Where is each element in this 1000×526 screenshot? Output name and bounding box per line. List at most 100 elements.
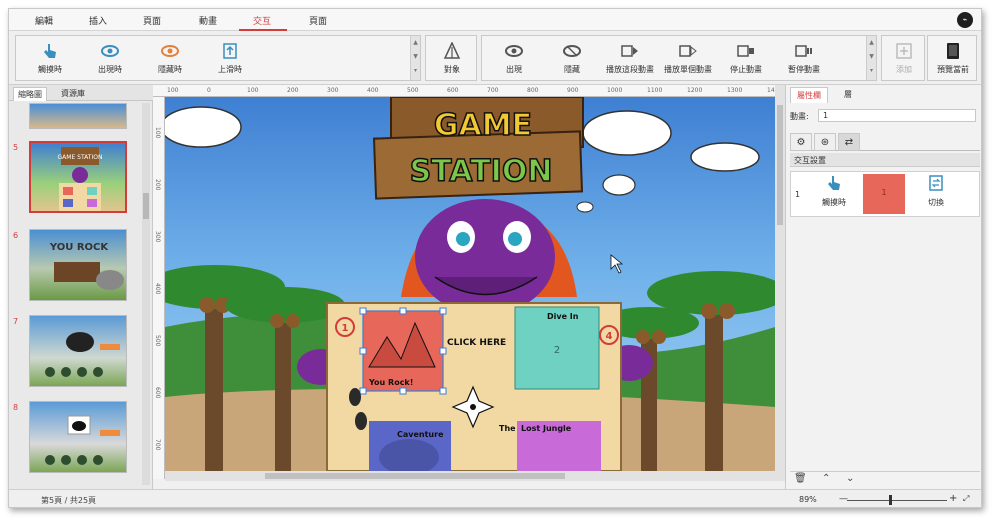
trigger-touch-button[interactable]: 觸摸時 — [20, 42, 80, 75]
property-icon-tabs: ⚙ ⊛ ⇄ — [790, 133, 980, 151]
action-pause-button[interactable]: 暫停動畫 — [774, 42, 834, 75]
action-play-single-button[interactable]: 播放單個動畫 — [658, 42, 718, 75]
ruler-tick-label: 400 — [154, 283, 161, 295]
action-stop-button[interactable]: 停止動畫 — [716, 42, 776, 75]
menu-animation[interactable]: 動畫 — [199, 14, 217, 27]
ruler-tick-label: 1200 — [687, 87, 703, 94]
trash-icon[interactable]: 🗑 — [794, 473, 807, 484]
object-group: 對象 — [425, 35, 477, 81]
canvas-v-scroll-thumb[interactable] — [777, 105, 783, 225]
thumbnail-slide-6-art: YOU ROCK — [49, 242, 124, 290]
slide-canvas[interactable]: GAME STATION You Rock! Dive In 2 Caventu… — [165, 97, 775, 471]
tile-you-rock[interactable]: You Rock! — [362, 310, 444, 392]
zoom-in-button[interactable]: + — [949, 493, 957, 504]
sign-title-station: STATION — [410, 154, 553, 189]
interaction-list-actions: 🗑 ⌃ ⌄ — [790, 471, 980, 485]
ruler-tick-label: 300 — [327, 87, 339, 94]
ruler-tick-label: 1300 — [727, 87, 743, 94]
add-group: 添加 — [881, 35, 925, 81]
thumbnail-prev[interactable] — [29, 103, 127, 129]
trigger-group-scroll[interactable]: ▲ ▼ ▾ — [410, 36, 420, 80]
tile-caventure[interactable]: Caventure — [369, 421, 451, 471]
thumbnail-scroll-thumb[interactable] — [143, 193, 149, 219]
action-hide-button[interactable]: 隱藏 — [542, 42, 602, 75]
eye-icon — [505, 45, 523, 57]
preview-icon — [947, 43, 959, 59]
cloud-tiny — [576, 201, 594, 213]
thumbnail-slide-7[interactable] — [29, 315, 127, 387]
interaction-settings-title: 交互設置 — [790, 153, 980, 167]
menu-bar: 編輯 插入 頁面 動畫 交互 頁面 ⌁ — [9, 9, 981, 31]
thumbnail-number: 5 — [13, 143, 19, 152]
play-anim-icon — [621, 45, 638, 57]
zoom-slider[interactable] — [847, 500, 947, 501]
globe-icon[interactable]: ⊛ — [814, 133, 836, 151]
canvas-h-scroll-thumb[interactable] — [265, 473, 565, 479]
tab-properties[interactable]: 屬性欄 — [790, 87, 828, 103]
thumbnail-scrollbar[interactable] — [142, 103, 150, 485]
canvas-horizontal-scrollbar[interactable] — [165, 471, 775, 481]
canvas-vertical-scrollbar[interactable] — [775, 85, 785, 481]
trigger-hide-button[interactable]: 隱藏時 — [140, 42, 200, 75]
ruler-tick-label: 800 — [527, 87, 539, 94]
tab-resources[interactable]: 資源庫 — [57, 87, 89, 101]
interaction-row-number: 1 — [795, 190, 801, 199]
interaction-action-cell[interactable]: 切換 — [915, 174, 957, 214]
ruler-tick-label: 500 — [154, 335, 161, 347]
app-logo-icon[interactable]: ⌁ — [957, 12, 973, 28]
ruler-tick-label: 600 — [447, 87, 459, 94]
interaction-row[interactable]: 1 觸摸時 1 切換 — [790, 171, 980, 217]
interaction-trigger-cell[interactable]: 觸摸時 — [813, 174, 855, 214]
slide-artwork: GAME STATION You Rock! Dive In 2 Caventu… — [165, 97, 775, 471]
thumbnail-slide-6[interactable]: YOU ROCK — [29, 229, 127, 301]
action-play-sequence-button[interactable]: 播放這段動畫 — [600, 42, 660, 75]
touch-icon — [828, 176, 840, 190]
menu-page-2[interactable]: 頁面 — [309, 14, 327, 27]
tile-dive-in[interactable]: Dive In 2 — [514, 306, 600, 390]
ruler-tick-label: 400 — [367, 87, 379, 94]
menu-insert[interactable]: 插入 — [89, 14, 107, 27]
ruler-tick-label: 200 — [287, 87, 299, 94]
thumbnail-slide-8[interactable] — [29, 401, 127, 473]
cloud-left — [165, 106, 242, 148]
thumbnail-slide-5[interactable]: GAME STATION — [29, 141, 127, 213]
footprint-icon — [349, 388, 361, 406]
tile-the-label: The — [499, 424, 516, 433]
tab-thumbnails[interactable]: 縮略圖 — [13, 87, 47, 101]
page-indicator: 第5頁 / 共25頁 — [41, 496, 97, 505]
fit-screen-icon[interactable]: ⤢ — [963, 494, 969, 504]
play-single-icon — [679, 45, 697, 57]
preview-button[interactable]: 預覽當前 — [923, 42, 981, 75]
animation-name-field[interactable]: 1 — [818, 109, 976, 122]
tab-layers[interactable]: 層 — [838, 87, 858, 103]
ruler-tick-label: 100 — [167, 87, 179, 94]
app-window: 編輯 插入 頁面 動畫 交互 頁面 ⌁ 觸摸時 出現時 隱藏時 上滑時 ▲ ▼ … — [8, 8, 982, 508]
swap-icon[interactable]: ⇄ — [838, 133, 860, 151]
thumbnail-number: 6 — [13, 231, 19, 240]
move-down-icon[interactable]: ⌄ — [846, 473, 854, 484]
ruler-tick-label: 1100 — [647, 87, 663, 94]
object-button[interactable]: 對象 — [422, 42, 482, 75]
move-up-icon[interactable]: ⌃ — [822, 473, 830, 484]
thumbnail-slide-5-art: GAME STATION — [58, 147, 103, 211]
ruler-tick-label: 700 — [154, 439, 161, 451]
zoom-out-button[interactable]: — — [839, 494, 848, 504]
object-icon — [443, 42, 461, 59]
thumbnail-caption: YOU ROCK — [49, 242, 110, 253]
menu-edit[interactable]: 編輯 — [35, 14, 53, 27]
eye-hide-icon — [563, 45, 581, 57]
trigger-appear-button[interactable]: 出現時 — [80, 42, 140, 75]
trigger-swipe-up-button[interactable]: 上滑時 — [200, 42, 260, 75]
ruler-tick-label: 1000 — [607, 87, 623, 94]
zoom-slider-handle[interactable] — [889, 495, 892, 505]
cloud-small — [602, 174, 636, 196]
interaction-target-cell[interactable]: 1 — [863, 174, 905, 214]
action-appear-button[interactable]: 出現 — [484, 42, 544, 75]
menu-interaction[interactable]: 交互 — [253, 14, 271, 27]
thumbnail-caption: GAME STATION — [58, 154, 103, 161]
menu-page[interactable]: 頁面 — [143, 14, 161, 27]
trigger-group: 觸摸時 出現時 隱藏時 上滑時 ▲ ▼ ▾ — [15, 35, 421, 81]
thumbnail-number: 7 — [13, 317, 19, 326]
pause-anim-icon — [795, 45, 812, 57]
gear-icon[interactable]: ⚙ — [790, 133, 812, 151]
